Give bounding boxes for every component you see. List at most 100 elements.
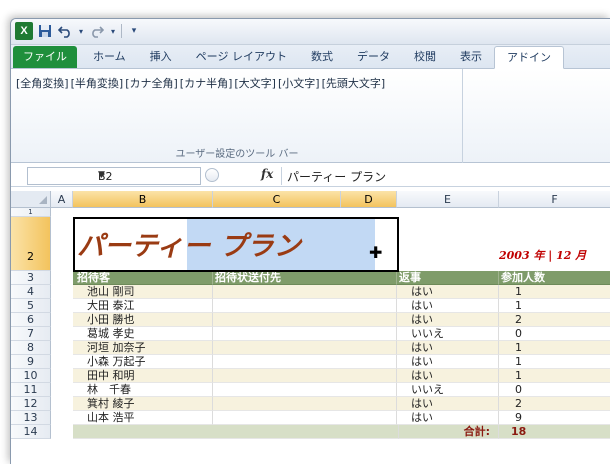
column-header-a[interactable]: A (51, 191, 73, 208)
row-header-7[interactable]: 7 (11, 327, 51, 341)
guest-count-cell[interactable]: 1 (499, 299, 610, 313)
guest-count-cell[interactable]: 0 (499, 327, 610, 341)
row-header-3[interactable]: 3 (11, 271, 51, 285)
fullwidth-convert-button[interactable]: [全角変換] (15, 75, 70, 91)
row-header-2[interactable]: 2 (11, 217, 51, 271)
undo-dropdown-icon[interactable]: ▾ (77, 23, 85, 39)
uppercase-button[interactable]: [大文字] (233, 75, 277, 91)
row-header-11[interactable]: 11 (11, 383, 51, 397)
guest-name-cell[interactable]: 小田 勝也 (73, 313, 213, 327)
date-cell[interactable]: 2003 年 | 12 月 (497, 217, 610, 271)
guest-name-cell[interactable]: 箕村 綾子 (73, 397, 213, 411)
tab-data[interactable]: データ (345, 46, 402, 68)
guest-reply-cell[interactable]: はい (397, 313, 499, 327)
insert-function-icon[interactable]: fx (261, 167, 273, 181)
guest-reply-cell[interactable]: はい (397, 411, 499, 425)
guest-reply-cell[interactable]: はい (397, 285, 499, 299)
guest-reply-cell[interactable]: はい (397, 341, 499, 355)
row-header-8[interactable]: 8 (11, 341, 51, 355)
redo-dropdown-icon[interactable]: ▾ (109, 23, 117, 39)
guest-name-cell[interactable]: 葛城 孝史 (73, 327, 213, 341)
sheet-row-1 (51, 208, 610, 217)
guest-count-cell[interactable]: 0 (499, 383, 610, 397)
guest-count-cell[interactable]: 1 (499, 285, 610, 299)
guest-count-cell[interactable]: 1 (499, 355, 610, 369)
tab-file[interactable]: ファイル (13, 46, 77, 68)
guest-reply-cell[interactable]: いいえ (397, 327, 499, 341)
row-header-1[interactable]: 1 (11, 208, 51, 217)
reply-header-text: 返事 (399, 271, 421, 284)
row-header-10[interactable]: 10 (11, 369, 51, 383)
customize-toolbar-icon[interactable]: ▾ (126, 23, 142, 39)
tab-view[interactable]: 表示 (448, 46, 494, 68)
tab-home[interactable]: ホーム (81, 46, 138, 68)
total-label[interactable]: 合計: (399, 425, 499, 439)
name-box[interactable]: B2 ▼ (27, 167, 201, 185)
guest-address-cell[interactable] (213, 299, 397, 313)
row-header-5[interactable]: 5 (11, 299, 51, 313)
tab-review[interactable]: 校閲 (402, 46, 448, 68)
save-icon[interactable] (37, 23, 53, 39)
lowercase-button[interactable]: [小文字] (277, 75, 321, 91)
quick-access-toolbar: X ▾ ▾ ▾ (15, 22, 142, 40)
cell-cursor-icon: ✚ (369, 243, 383, 262)
guest-address-cell[interactable] (213, 369, 397, 383)
guest-count-cell[interactable]: 1 (499, 341, 610, 355)
guest-reply-cell[interactable]: はい (397, 369, 499, 383)
guest-address-cell[interactable] (213, 355, 397, 369)
kana-halfwidth-button[interactable]: [カナ半角] (179, 75, 234, 91)
capitalize-button[interactable]: [先頭大文字] (321, 75, 387, 91)
guest-reply-cell[interactable]: はい (397, 299, 499, 313)
guest-address-cell[interactable] (213, 383, 397, 397)
guest-address-cell[interactable] (213, 285, 397, 299)
column-header-count: 参加人数 (499, 271, 610, 285)
worksheet-grid[interactable]: A B C D E F 1 2 3 4 5 6 7 8 9 10 11 12 1… (11, 191, 610, 464)
guest-count-cell[interactable]: 1 (499, 369, 610, 383)
column-header-f[interactable]: F (499, 191, 610, 208)
column-header-d[interactable]: D (341, 191, 397, 208)
guest-count-cell[interactable]: 2 (499, 397, 610, 411)
guest-address-cell[interactable] (213, 411, 397, 425)
guest-name-cell[interactable]: 小森 万起子 (73, 355, 213, 369)
total-value[interactable]: 18 (499, 425, 610, 439)
tab-formulas[interactable]: 数式 (299, 46, 345, 68)
party-title-cell[interactable]: パーティー プラン (73, 217, 373, 271)
row-header-9[interactable]: 9 (11, 355, 51, 369)
guest-reply-cell[interactable]: はい (397, 397, 499, 411)
column-header-b[interactable]: B (73, 191, 213, 208)
tab-page-layout[interactable]: ページ レイアウト (184, 46, 299, 68)
formula-bar-handle-icon[interactable] (205, 168, 219, 182)
undo-icon[interactable] (57, 23, 73, 39)
tab-addins[interactable]: アドイン (493, 46, 564, 69)
guest-count-cell[interactable]: 2 (499, 313, 610, 327)
guest-address-cell[interactable] (213, 397, 397, 411)
select-all-corner[interactable] (11, 191, 51, 208)
halfwidth-convert-button[interactable]: [半角変換] (70, 75, 125, 91)
guest-name-cell[interactable]: 池山 剛司 (73, 285, 213, 299)
guest-name-cell[interactable]: 林 千春 (73, 383, 213, 397)
guest-address-cell[interactable] (213, 341, 397, 355)
guest-name-cell[interactable]: 山本 浩平 (73, 411, 213, 425)
redo-icon[interactable] (89, 23, 105, 39)
kana-fullwidth-button[interactable]: [カナ全角] (124, 75, 179, 91)
guest-count-cell[interactable]: 9 (499, 411, 610, 425)
guest-address-cell[interactable] (213, 313, 397, 327)
guest-header-text: 招待客 (77, 271, 110, 284)
row-header-6[interactable]: 6 (11, 313, 51, 327)
row-header-12[interactable]: 12 (11, 397, 51, 411)
row-header-4[interactable]: 4 (11, 285, 51, 299)
formula-input[interactable]: パーティー プラン (287, 168, 386, 185)
guest-address-cell[interactable] (213, 327, 397, 341)
guest-name-cell[interactable]: 河垣 加奈子 (73, 341, 213, 355)
tab-insert[interactable]: 挿入 (138, 46, 184, 68)
row-header-13[interactable]: 13 (11, 411, 51, 425)
row-header-14[interactable]: 14 (11, 425, 51, 439)
column-header-c[interactable]: C (213, 191, 341, 208)
guest-reply-cell[interactable]: はい (397, 355, 499, 369)
guest-name-cell[interactable]: 大田 泰江 (73, 299, 213, 313)
guest-reply-cell[interactable]: いいえ (397, 383, 499, 397)
guest-name-cell[interactable]: 田中 和明 (73, 369, 213, 383)
column-header-e[interactable]: E (397, 191, 499, 208)
excel-app-icon[interactable]: X (15, 22, 33, 40)
chevron-down-icon[interactable]: ▼ (98, 170, 196, 180)
